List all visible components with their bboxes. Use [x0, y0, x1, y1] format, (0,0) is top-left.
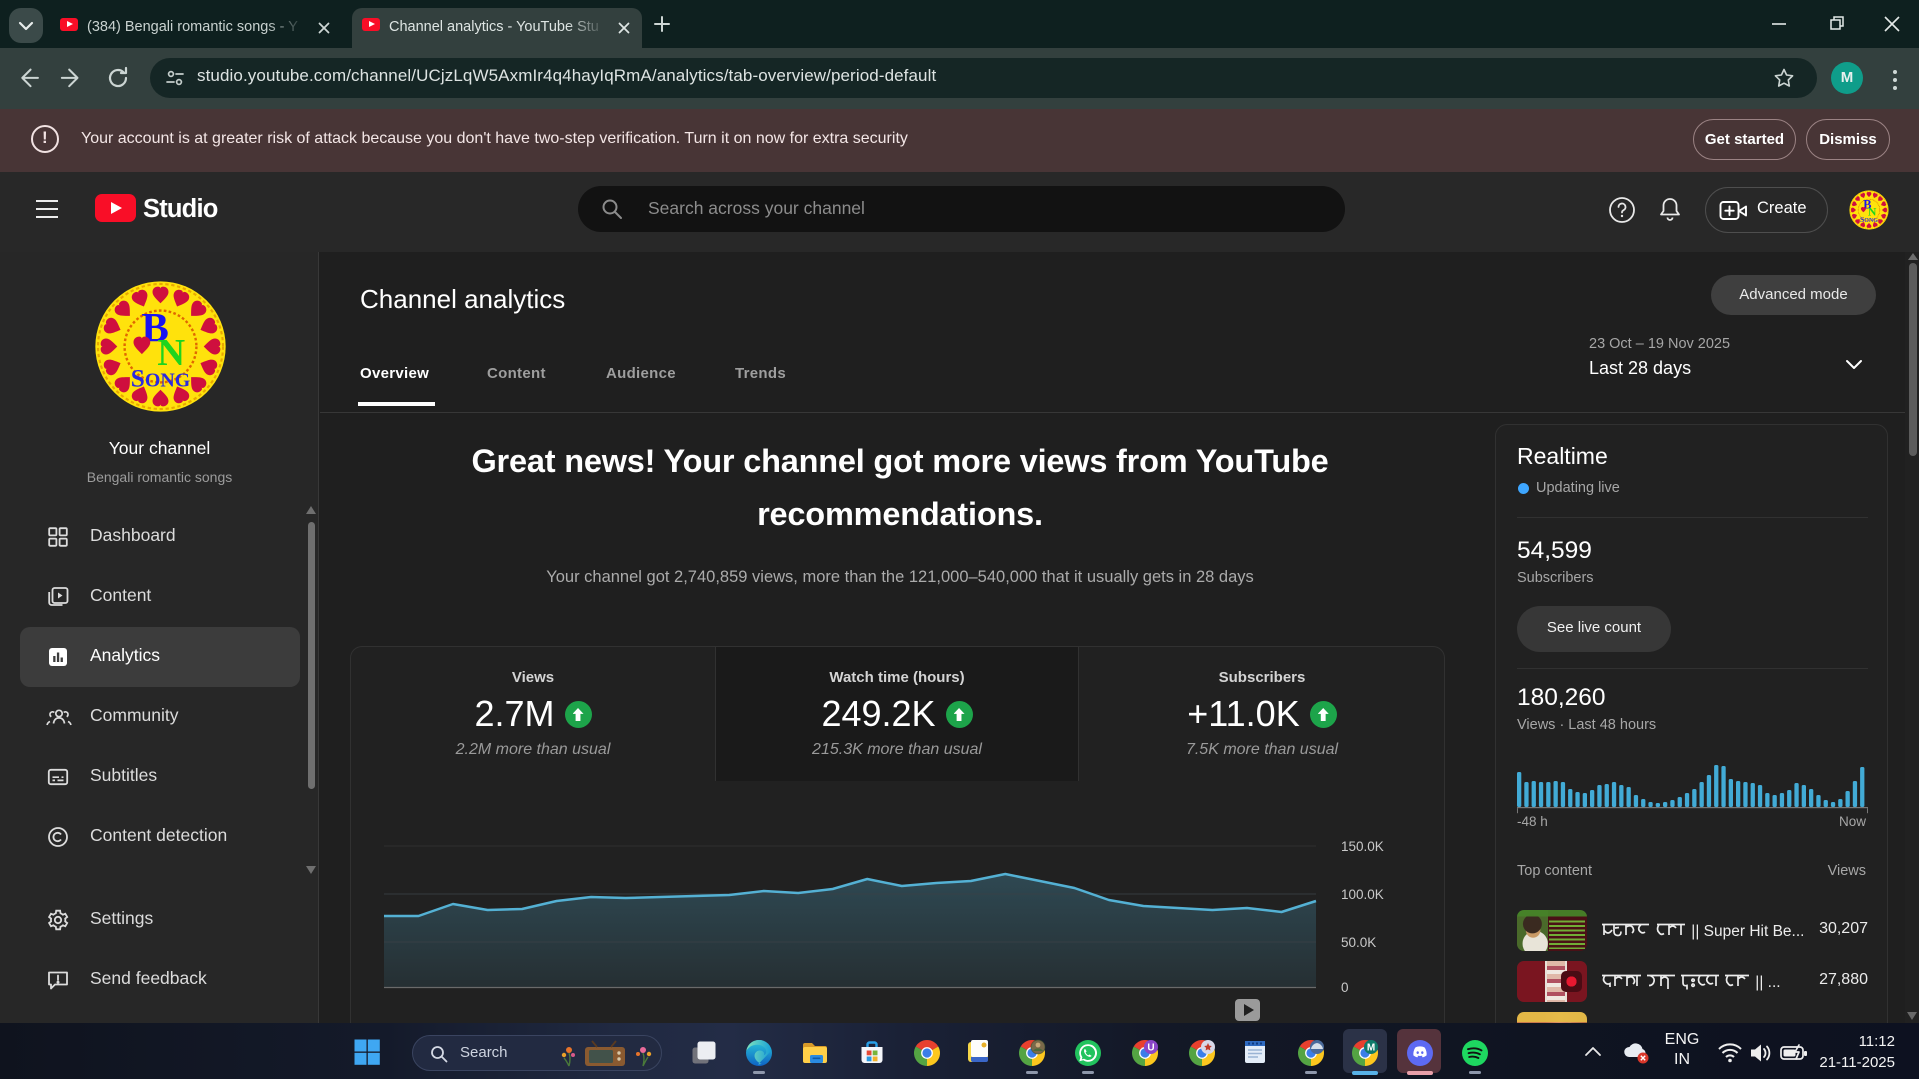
svg-text:100.0K: 100.0K	[1341, 887, 1384, 902]
svg-text:50.0K: 50.0K	[1341, 935, 1376, 950]
svg-text:150.0K: 150.0K	[1341, 839, 1384, 854]
svg-text:U: U	[1147, 1043, 1154, 1054]
svg-text:M: M	[1367, 1043, 1375, 1054]
svg-text:0: 0	[1341, 980, 1349, 995]
